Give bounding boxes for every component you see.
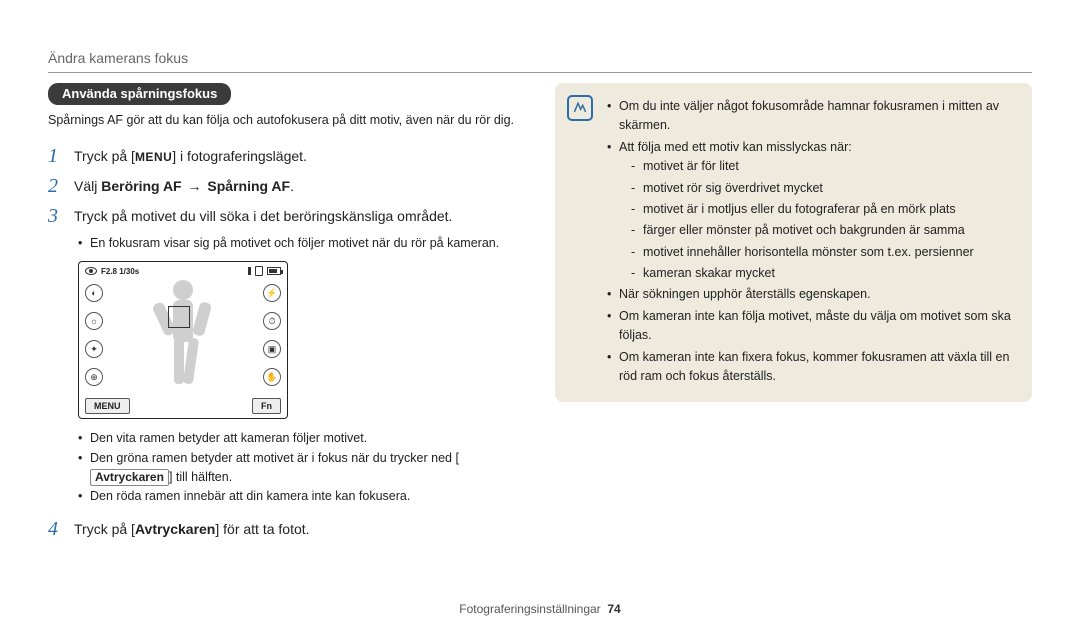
breadcrumb: Ändra kamerans fokus [48, 50, 1032, 72]
two-column-layout: Använda spårningsfokus Spårnings AF gör … [48, 83, 1032, 547]
mode-icon [85, 267, 97, 275]
subject-silhouette [138, 276, 228, 396]
note-box: Om du inte väljer något fokusområde hamn… [555, 83, 1032, 402]
circle-icon: ⊕ [85, 368, 103, 386]
step-bold: Beröring AF [101, 178, 181, 194]
step-body: Tryck på [Avtryckaren] för att ta fotot. [74, 517, 310, 540]
step-text: . [290, 178, 294, 194]
step-3-sublist: En fokusram visar sig på motivet och föl… [78, 234, 525, 253]
focus-frame [168, 306, 190, 328]
list-item: Den gröna ramen betyder att motivet är i… [78, 449, 525, 488]
note-list: Om du inte väljer något fokusområde hamn… [607, 97, 1016, 386]
list-item: En fokusram visar sig på motivet och föl… [78, 234, 525, 253]
screen-topbar: F2.8 1/30s [85, 266, 281, 276]
step-body: Välj Beröring AF → Spårning AF. [74, 174, 294, 197]
list-item: motivet innehåller horisontella mönster … [631, 243, 1016, 262]
arrow-icon: → [186, 178, 204, 194]
list-item: färger eller mönster på motivet och bakg… [631, 221, 1016, 240]
circle-icon: ◐ [85, 284, 103, 302]
circle-icon: ✦ [85, 340, 103, 358]
circle-icon: ☼ [85, 312, 103, 330]
page-number: 74 [607, 602, 620, 616]
list-item: Om du inte väljer något fokusområde hamn… [607, 97, 1016, 136]
list-item: Om kameran inte kan följa motivet, måste… [607, 307, 1016, 346]
screen-left-icons: ◐ ☼ ✦ ⊕ [85, 284, 103, 386]
list-item: Den vita ramen betyder att kameran följe… [78, 429, 525, 448]
step-text: ] för att ta fotot. [215, 521, 309, 537]
list-item: kameran skakar mycket [631, 264, 1016, 283]
section-badge: Använda spårningsfokus [48, 83, 231, 105]
list-item: Om kameran inte kan fixera fokus, kommer… [607, 348, 1016, 387]
page-footer: Fotograferingsinställningar 74 [0, 602, 1080, 616]
step-number: 1 [48, 144, 74, 168]
step-1: 1 Tryck på [MENU] i fotograferingsläget. [48, 144, 525, 168]
sd-icon [255, 266, 263, 276]
exposure-readout: F2.8 1/30s [101, 267, 139, 276]
screen-bottom: MENU Fn [85, 398, 281, 414]
screen-right-icons: ⚡ ⏱ ▣ ✋ [263, 284, 281, 386]
step-text: Välj [74, 178, 101, 194]
exposure-icon: ▣ [263, 340, 281, 358]
list-text: Den gröna ramen betyder att motivet är i… [90, 451, 459, 465]
step-number: 2 [48, 174, 74, 198]
note-sublist: motivet är för litet motivet rör sig öve… [631, 157, 1016, 283]
topbar-right [248, 266, 281, 276]
topbar-left: F2.8 1/30s [85, 267, 139, 276]
step-2: 2 Välj Beröring AF → Spårning AF. [48, 174, 525, 198]
battery-icon [267, 267, 281, 275]
signal-bar-icon [248, 267, 251, 275]
flash-icon: ⚡ [263, 284, 281, 302]
frame-color-legend: Den vita ramen betyder att kameran följe… [78, 429, 525, 507]
step-number: 4 [48, 517, 74, 541]
step-body: Tryck på [MENU] i fotograferingsläget. [74, 144, 307, 167]
step-text: Tryck på [ [74, 148, 135, 164]
list-item: motivet är för litet [631, 157, 1016, 176]
list-item: motivet är i motljus eller du fotografer… [631, 200, 1016, 219]
step-text: Tryck på [ [74, 521, 135, 537]
timer-icon: ⏱ [263, 312, 281, 330]
list-item: motivet rör sig överdrivet mycket [631, 179, 1016, 198]
list-item: Den röda ramen innebär att din kamera in… [78, 487, 525, 506]
left-column: Använda spårningsfokus Spårnings AF gör … [48, 83, 525, 547]
camera-screen-figure: F2.8 1/30s ◐ ☼ ✦ ⊕ [78, 261, 525, 419]
list-text: Att följa med ett motiv kan misslyckas n… [619, 140, 852, 154]
step-number: 3 [48, 204, 74, 228]
step-bold: Spårning AF [207, 178, 290, 194]
menu-glyph: MENU [135, 148, 172, 166]
screen-menu-button: MENU [85, 398, 130, 414]
section-intro: Spårnings AF gör att du kan följa och au… [48, 111, 525, 130]
header-rule: Ändra kamerans fokus [48, 50, 1032, 73]
shutter-bold: Avtryckaren [135, 521, 215, 537]
stabilizer-icon: ✋ [263, 368, 281, 386]
camera-screen: F2.8 1/30s ◐ ☼ ✦ ⊕ [78, 261, 288, 419]
step-body: Tryck på motivet du vill söka i det berö… [74, 204, 452, 227]
list-item: När sökningen upphör återställs egenskap… [607, 285, 1016, 304]
list-item: Att följa med ett motiv kan misslyckas n… [607, 138, 1016, 284]
note-icon [567, 95, 593, 121]
right-column: Om du inte väljer något fokusområde hamn… [555, 83, 1032, 547]
screen-fn-button: Fn [252, 398, 281, 414]
list-text: ] till hälften. [169, 470, 232, 484]
step-4: 4 Tryck på [Avtryckaren] för att ta foto… [48, 517, 525, 541]
step-text: ] i fotograferingsläget. [172, 148, 307, 164]
step-3: 3 Tryck på motivet du vill söka i det be… [48, 204, 525, 228]
footer-section: Fotograferingsinställningar [459, 602, 600, 616]
manual-page: Ändra kamerans fokus Använda spårningsfo… [0, 0, 1080, 630]
shutter-label: Avtryckaren [90, 469, 169, 487]
